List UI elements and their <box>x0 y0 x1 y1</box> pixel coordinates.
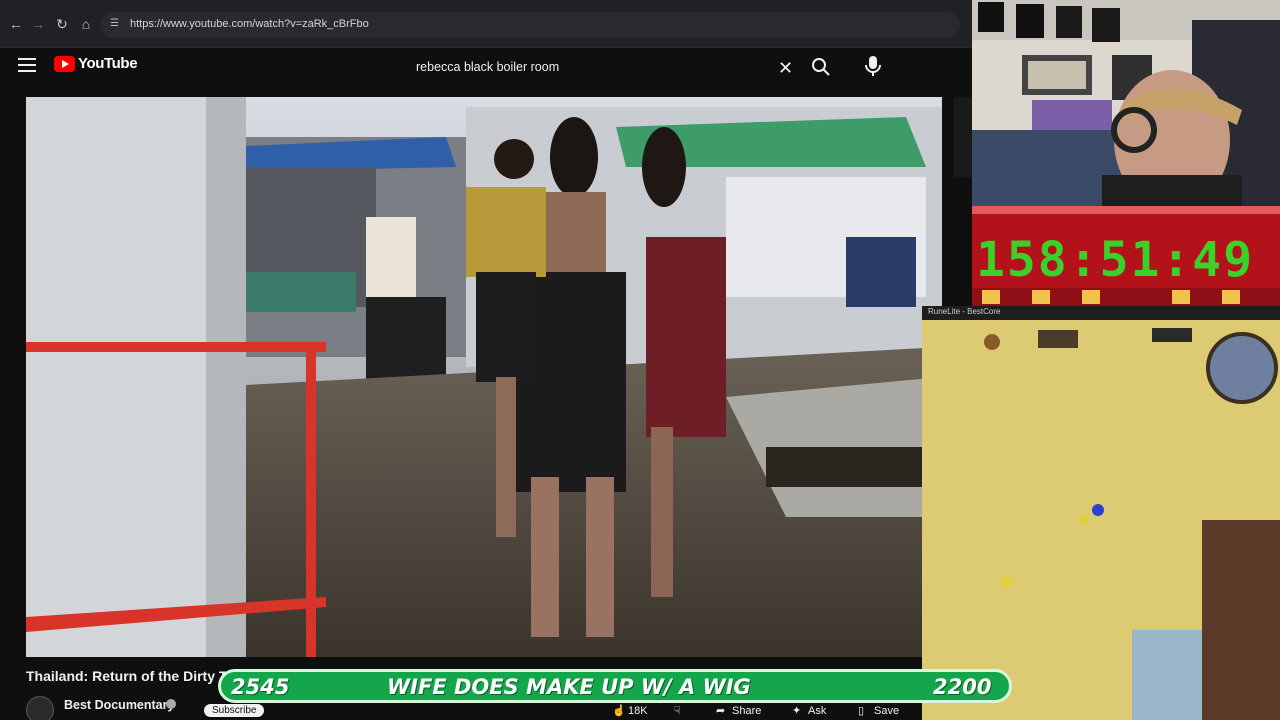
search-icon[interactable] <box>810 56 832 78</box>
site-info-icon[interactable]: ☰ <box>110 18 122 30</box>
ask-label: Ask <box>808 705 827 717</box>
url-text: https://www.youtube.com/watch?v=zaRk_cBr… <box>130 18 369 30</box>
subscribe-button[interactable]: Subscribe <box>204 704 265 717</box>
game-window[interactable]: RuneLite - BestCore <box>922 306 1280 720</box>
microphone-icon[interactable] <box>862 54 884 78</box>
reload-icon[interactable]: ↻ <box>52 14 72 34</box>
video-frame <box>26 97 942 657</box>
like-button[interactable]: ☝ 18K <box>612 704 648 717</box>
video-title: Thailand: Return of the Dirty T <box>26 668 228 684</box>
save-label: Save <box>874 705 900 717</box>
dislike-button[interactable]: ☟ <box>674 704 690 717</box>
back-arrow-icon[interactable]: ← <box>6 14 26 34</box>
verified-icon <box>166 699 176 709</box>
sparkle-icon: ✦ <box>792 705 802 717</box>
clear-search-icon[interactable]: ✕ <box>778 58 793 79</box>
video-player[interactable] <box>26 97 942 657</box>
bookmark-icon: ▯ <box>858 705 865 717</box>
youtube-play-icon <box>54 56 75 72</box>
share-button[interactable]: ➦ Share <box>716 704 761 717</box>
game-titlebar: RuneLite - BestCore <box>922 306 1280 320</box>
banner-right-value: 2200 <box>933 675 992 699</box>
channel-name[interactable]: Best Documentary <box>64 698 174 712</box>
logo-text: YouTube <box>78 55 138 72</box>
thumbs-up-icon: ☝ <box>612 705 626 717</box>
webcam-overlay <box>972 0 1280 206</box>
game-title: RuneLite - BestCore <box>928 307 1001 316</box>
channel-avatar[interactable] <box>26 696 54 720</box>
search-input[interactable]: rebecca black boiler room ✕ <box>402 52 802 84</box>
screen: ← → ↻ ⌂ ☰ https://www.youtube.com/watch?… <box>0 0 1280 720</box>
sidebar-edge <box>954 97 974 177</box>
timer-value: 158:51:49 <box>976 232 1255 288</box>
browser-toolbar: ← → ↻ ⌂ ☰ https://www.youtube.com/watch?… <box>0 0 972 48</box>
forward-arrow-icon[interactable]: → <box>28 14 48 34</box>
banner-left-value: 2545 <box>231 675 290 699</box>
webcam-image <box>972 0 1280 206</box>
share-label: Share <box>732 705 762 717</box>
home-icon[interactable]: ⌂ <box>76 14 96 34</box>
goal-banner: 2545 WIFE DOES MAKE UP W/ A WIG 2200 <box>218 669 1012 703</box>
banner-message: WIFE DOES MAKE UP W/ A WIG <box>387 675 751 699</box>
menu-icon[interactable] <box>18 58 36 72</box>
address-bar[interactable]: ☰ https://www.youtube.com/watch?v=zaRk_c… <box>100 12 960 38</box>
youtube-header: YouTube rebecca black boiler room ✕ <box>0 48 972 88</box>
search-query: rebecca black boiler room <box>416 60 560 74</box>
ask-button[interactable]: ✦ Ask <box>792 704 826 717</box>
game-viewport <box>922 320 1280 720</box>
like-count: 18K <box>628 705 648 717</box>
subathon-timer: 158:51:49 <box>972 206 1280 306</box>
share-icon: ➦ <box>716 705 726 717</box>
thumbs-down-icon: ☟ <box>674 705 681 717</box>
save-button[interactable]: ▯ Save <box>858 704 899 717</box>
